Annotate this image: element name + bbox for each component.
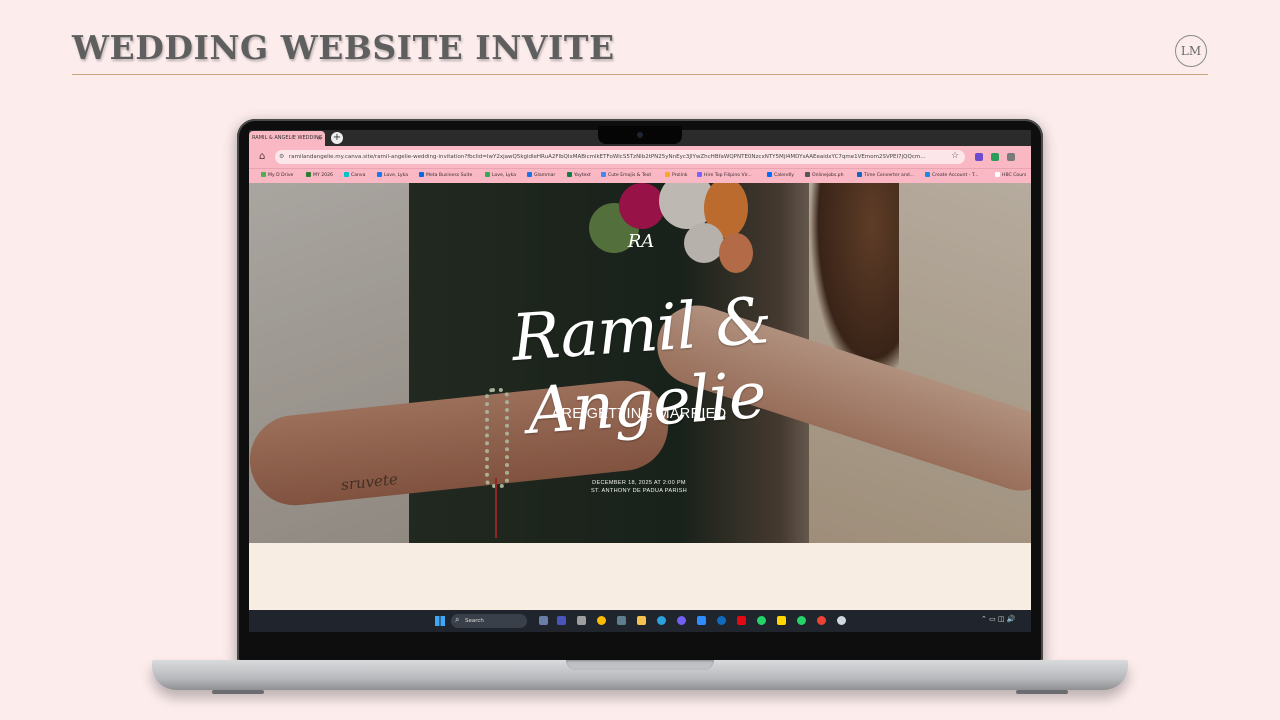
sticky-notes-icon[interactable] bbox=[777, 616, 786, 625]
bookmark-favicon-icon bbox=[306, 172, 311, 177]
bookmark-favicon-icon bbox=[767, 172, 772, 177]
invite-content-section bbox=[249, 543, 1031, 610]
brand-logo-icon: LM bbox=[1175, 35, 1207, 67]
bookmark-item[interactable]: Calendly bbox=[767, 169, 794, 183]
windows-start-icon[interactable] bbox=[435, 616, 445, 626]
bookmark-favicon-icon bbox=[567, 172, 572, 177]
bookmark-item[interactable]: Love, Lyka bbox=[377, 169, 408, 183]
camera-icon bbox=[637, 132, 643, 138]
bookmark-favicon-icon bbox=[261, 172, 266, 177]
bookmark-favicon-icon bbox=[925, 172, 930, 177]
title-divider bbox=[72, 74, 1208, 75]
bookmark-item[interactable]: Glammar bbox=[527, 169, 555, 183]
bookmark-item[interactable]: Hire Top Filipino Vir... bbox=[697, 169, 752, 183]
bookmark-favicon-icon bbox=[344, 172, 349, 177]
whatsapp-icon[interactable] bbox=[797, 616, 806, 625]
invite-headline: ARE GETTING MARRIED bbox=[551, 406, 727, 422]
event-venue: ST. ANTHONY DE PADUA PARISH bbox=[590, 487, 688, 494]
widgets-icon[interactable] bbox=[539, 616, 548, 625]
bookmark-item[interactable]: Yaytext bbox=[567, 169, 591, 183]
home-icon[interactable]: ⌂ bbox=[259, 151, 265, 162]
extensions-menu-icon[interactable] bbox=[1007, 153, 1015, 161]
bookmark-item[interactable]: Cute Emojis & Text bbox=[601, 169, 651, 183]
bookmark-favicon-icon bbox=[665, 172, 670, 177]
bookmark-favicon-icon bbox=[419, 172, 424, 177]
site-info-icon[interactable]: ⚙ bbox=[279, 153, 284, 160]
close-tab-icon[interactable]: × bbox=[317, 131, 322, 146]
bookmark-item[interactable]: Prolink bbox=[665, 169, 687, 183]
taskbar-search[interactable]: Search bbox=[451, 614, 527, 628]
windows-taskbar: Search ⌕ ⌃ ▭ ◫ 🔊 bbox=[249, 610, 1031, 632]
laptop-hinge-lip bbox=[566, 660, 714, 670]
bookmark-item[interactable]: Love, Lyka bbox=[485, 169, 516, 183]
bookmark-item[interactable]: My D Drive bbox=[261, 169, 293, 183]
laptop-screen: RAMIL & ANGELIE WEDDING × + ⌂ ramilandan… bbox=[249, 130, 1031, 632]
bookmark-item[interactable]: Canva bbox=[344, 169, 365, 183]
task-view-icon[interactable] bbox=[577, 616, 586, 625]
browser-tab[interactable]: RAMIL & ANGELIE WEDDING × bbox=[249, 131, 325, 146]
laptop-foot bbox=[212, 690, 264, 694]
notepad-icon[interactable] bbox=[617, 616, 626, 625]
bookmark-item[interactable]: MY 2026 bbox=[306, 169, 333, 183]
event-date: DECEMBER 18, 2025 AT 2:00 PM bbox=[592, 480, 686, 486]
bookmark-item[interactable]: Meta Business Suite bbox=[419, 169, 472, 183]
netflix-icon[interactable] bbox=[737, 616, 746, 625]
bookmarks-bar: My D Drive MY 2026 Canva Love, Lyka Meta… bbox=[249, 168, 1031, 183]
media-player-icon[interactable] bbox=[837, 616, 846, 625]
bookmark-item[interactable]: HBC Cours bbox=[995, 169, 1026, 183]
bookmark-favicon-icon bbox=[377, 172, 382, 177]
bookmark-favicon-icon bbox=[527, 172, 532, 177]
extension-icon[interactable] bbox=[991, 153, 999, 161]
invite-hero: sruvete RA Ramil & Angelie ARE GETTING M… bbox=[249, 183, 1031, 543]
whatsapp-icon[interactable] bbox=[757, 616, 766, 625]
bookmark-favicon-icon bbox=[805, 172, 810, 177]
bookmark-favicon-icon bbox=[697, 172, 702, 177]
system-tray[interactable]: ⌃ ▭ ◫ 🔊 bbox=[981, 615, 1015, 623]
laptop-foot bbox=[1016, 690, 1068, 694]
event-details: DECEMBER 18, 2025 AT 2:00 PM ST. ANTHONY… bbox=[549, 480, 729, 495]
zoom-icon[interactable] bbox=[697, 616, 706, 625]
bookmark-item[interactable]: Create Account - T... bbox=[925, 169, 979, 183]
file-explorer-icon[interactable] bbox=[637, 616, 646, 625]
browser-tab-title: RAMIL & ANGELIE WEDDING bbox=[252, 135, 323, 141]
bookmark-favicon-icon bbox=[601, 172, 606, 177]
bookmark-favicon-icon bbox=[857, 172, 862, 177]
url-field[interactable]: ramilandangelie.my.canva.site/ramil-ange… bbox=[275, 150, 965, 164]
extension-icon[interactable] bbox=[975, 153, 983, 161]
chrome-icon[interactable] bbox=[597, 616, 606, 625]
bookmark-item[interactable]: Onlinejobs.ph bbox=[805, 169, 844, 183]
browser-address-bar: ⌂ ramilandangelie.my.canva.site/ramil-an… bbox=[249, 146, 1031, 168]
bookmark-favicon-icon bbox=[485, 172, 490, 177]
search-icon: ⌕ bbox=[455, 615, 460, 624]
monogram: RA bbox=[627, 231, 655, 252]
edge-icon[interactable] bbox=[717, 616, 726, 625]
bookmark-star-icon[interactable]: ☆ bbox=[951, 151, 959, 161]
bookmark-item[interactable]: Time Converter and... bbox=[857, 169, 914, 183]
chrome-profile-icon[interactable] bbox=[817, 616, 826, 625]
new-tab-button[interactable]: + bbox=[331, 132, 343, 144]
viber-icon[interactable] bbox=[677, 616, 686, 625]
slide-title: WEDDING WEBSITE INVITE bbox=[72, 28, 615, 67]
bookmark-favicon-icon bbox=[995, 172, 1000, 177]
teams-icon[interactable] bbox=[557, 616, 566, 625]
telegram-icon[interactable] bbox=[657, 616, 666, 625]
